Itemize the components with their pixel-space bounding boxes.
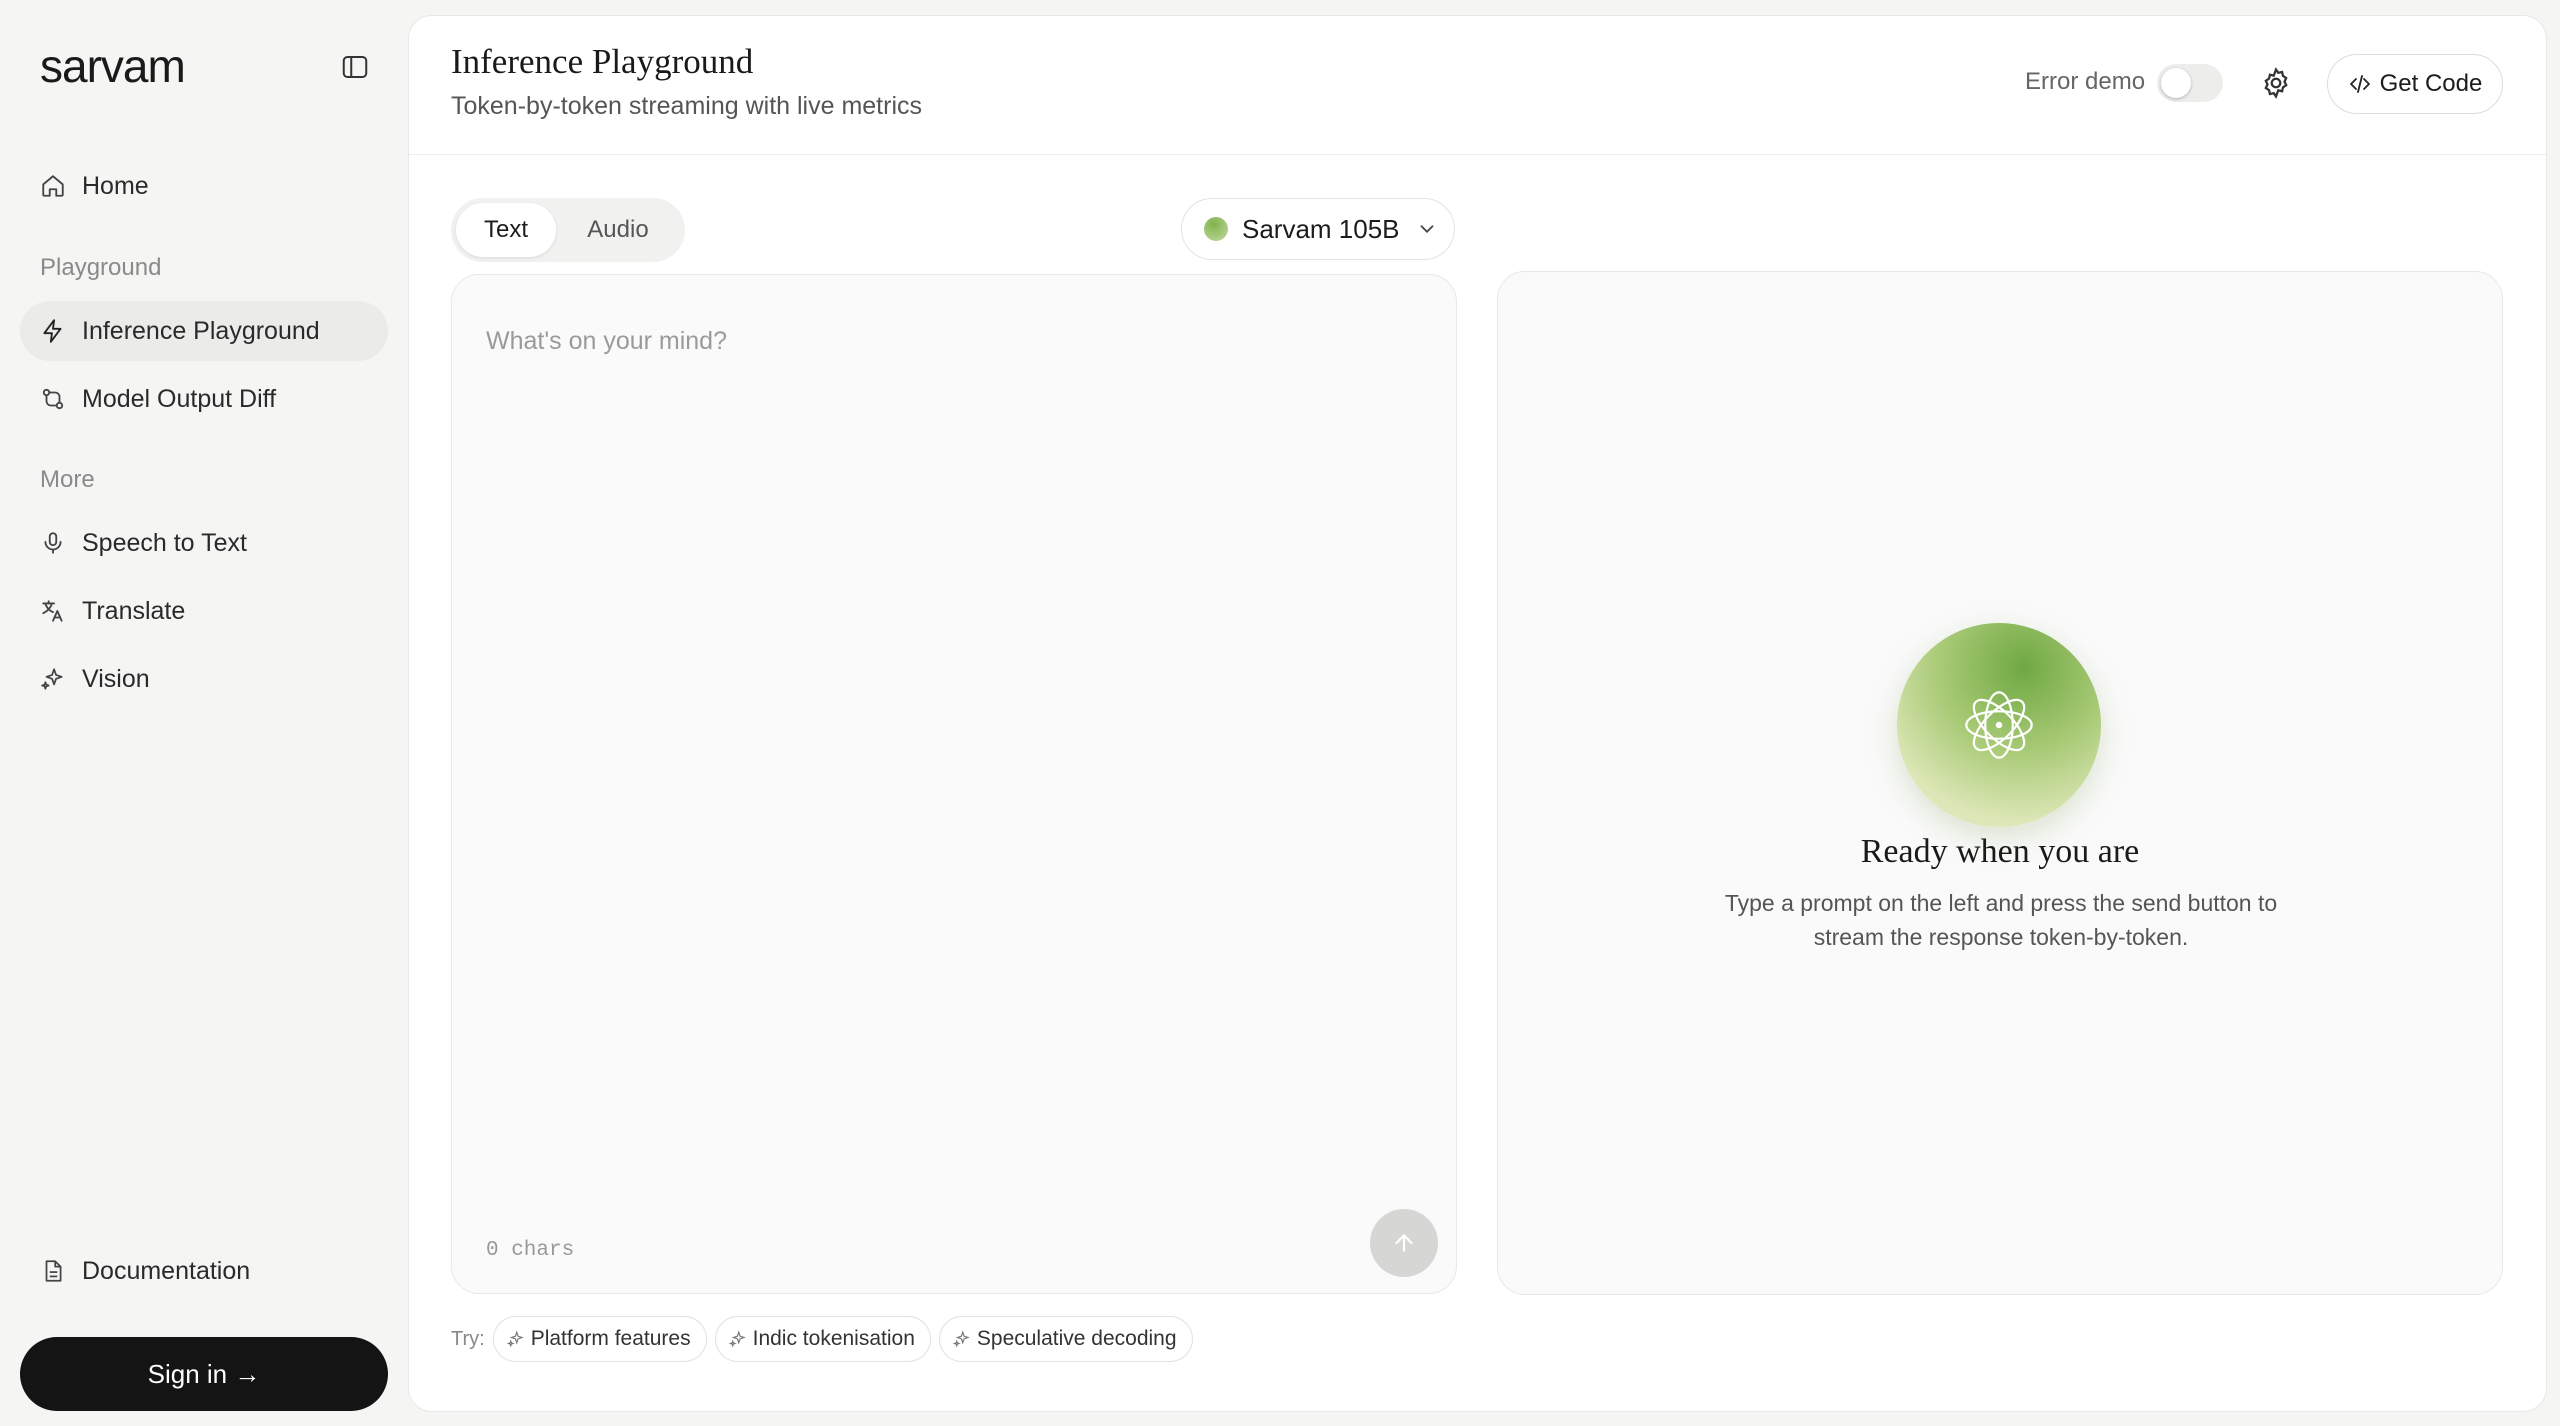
tab-text[interactable]: Text <box>456 203 556 257</box>
sparkle-icon <box>728 1330 747 1348</box>
sparkle-icon <box>952 1330 971 1348</box>
model-selector[interactable]: Sarvam 105B <box>1181 198 1455 260</box>
suggestion-chip[interactable]: Speculative decoding <box>938 1316 1193 1362</box>
toggle-knob <box>2161 68 2191 98</box>
git-compare-icon <box>38 384 68 414</box>
suggestion-chip-label: Speculative decoding <box>976 1327 1177 1350</box>
sidebar-item-label: Home <box>82 171 149 200</box>
section-label-more: More <box>40 466 95 493</box>
sidebar-item-speech-to-text[interactable]: Speech to Text <box>20 513 388 573</box>
sparkles-icon <box>38 664 68 694</box>
sparkle-icon <box>506 1330 525 1348</box>
output-panel: Ready when you are Type a prompt on the … <box>1497 271 2503 1295</box>
sidebar-item-model-output-diff[interactable]: Model Output Diff <box>20 369 388 429</box>
sidebar-item-label: Speech to Text <box>82 528 247 557</box>
sidebar-item-documentation[interactable]: Documentation <box>20 1241 388 1301</box>
empty-state-title: Ready when you are <box>1860 833 2140 870</box>
empty-state-orb <box>1897 623 2101 827</box>
mode-tabs: Text Audio <box>451 198 685 262</box>
arrow-up-icon <box>1395 1234 1413 1252</box>
microphone-icon <box>38 528 68 558</box>
error-demo-label: Error demo <box>2025 68 2146 95</box>
sign-in-button[interactable]: Sign in → <box>20 1337 388 1411</box>
sidebar-item-home[interactable]: Home <box>20 156 388 216</box>
try-label: Try: <box>451 1327 485 1350</box>
page-title: Inference Playground <box>451 42 754 81</box>
translate-icon <box>38 596 68 626</box>
prompt-panel: 0 chars <box>451 274 1457 1294</box>
prompt-input[interactable] <box>484 315 1388 367</box>
suggestion-chip[interactable]: Platform features <box>492 1316 707 1362</box>
suggestion-chip-label: Platform features <box>530 1327 691 1350</box>
model-status-dot <box>1204 217 1228 241</box>
header: Inference Playground Token-by-token stre… <box>409 16 2546 155</box>
sidebar-item-label: Inference Playground <box>82 316 320 345</box>
section-label-playground: Playground <box>40 254 162 281</box>
model-name: Sarvam 105B <box>1242 213 1400 244</box>
sidebar-item-translate[interactable]: Translate <box>20 581 388 641</box>
suggestions-row: Try: Platform features Indic tokenisatio… <box>451 1315 1201 1363</box>
suggestion-chip[interactable]: Indic tokenisation <box>714 1316 931 1362</box>
code-icon <box>2348 72 2380 96</box>
logo: sarvam <box>40 40 186 92</box>
page-subtitle: Token-by-token streaming with live metri… <box>451 92 922 120</box>
error-demo-toggle[interactable] <box>2157 64 2223 102</box>
sidebar-item-label: Translate <box>82 596 186 625</box>
flower-icon <box>1965 691 2033 759</box>
sidebar: sarvam Home Playground Inference Playgro… <box>0 0 408 1426</box>
get-code-button[interactable]: Get Code <box>2327 54 2503 114</box>
sidebar-item-label: Documentation <box>82 1256 251 1285</box>
suggestion-chip-label: Indic tokenisation <box>752 1327 915 1350</box>
empty-state-description: Type a prompt on the left and press the … <box>1724 890 2278 950</box>
sidebar-item-inference-playground[interactable]: Inference Playground <box>20 301 388 361</box>
get-code-label: Get Code <box>2379 70 2483 97</box>
sidebar-item-label: Vision <box>82 664 150 693</box>
gear-icon[interactable] <box>2259 66 2293 100</box>
sidebar-item-label: Model Output Diff <box>82 384 277 413</box>
char-count: 0 chars <box>486 1239 575 1262</box>
main-panel: Inference Playground Token-by-token stre… <box>408 15 2547 1412</box>
lightning-icon <box>38 316 68 346</box>
home-icon <box>38 171 68 201</box>
sidebar-toggle-icon[interactable] <box>340 52 370 82</box>
send-button[interactable] <box>1370 1209 1438 1277</box>
chevron-down-icon <box>1416 218 1438 240</box>
sidebar-item-vision[interactable]: Vision <box>20 649 388 709</box>
document-icon <box>38 1256 68 1286</box>
tab-audio[interactable]: Audio <box>556 203 680 257</box>
